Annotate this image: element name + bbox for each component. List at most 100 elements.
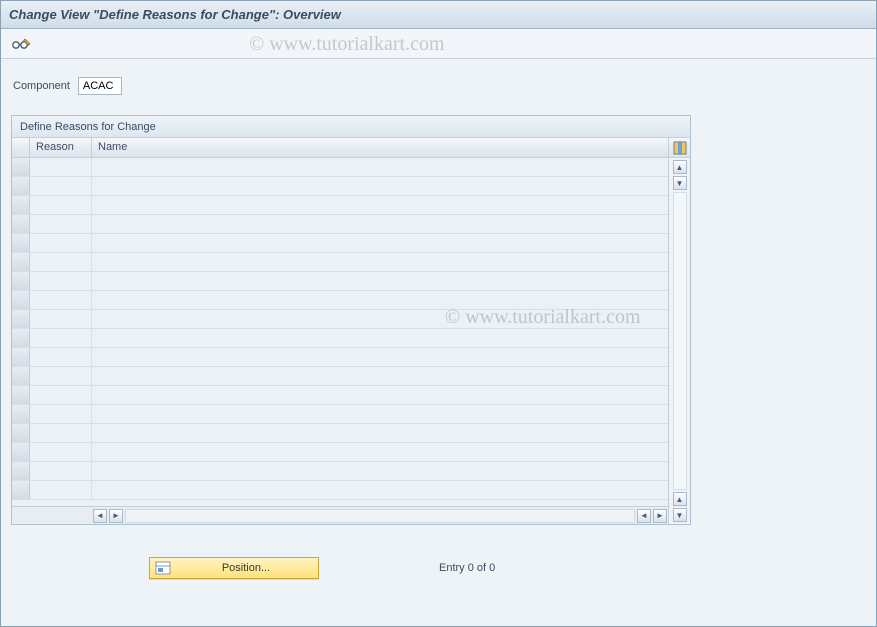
row-selector[interactable] <box>12 424 30 442</box>
cell-reason[interactable] <box>30 196 92 214</box>
cell-reason[interactable] <box>30 367 92 385</box>
cell-reason[interactable] <box>30 443 92 461</box>
component-input[interactable] <box>78 77 122 95</box>
hscroll-track[interactable] <box>125 509 635 523</box>
configure-columns-button[interactable] <box>669 138 690 158</box>
caret-down-icon: ▼ <box>676 179 684 188</box>
table-row[interactable] <box>12 253 668 272</box>
cell-reason[interactable] <box>30 234 92 252</box>
row-selector[interactable] <box>12 272 30 290</box>
table-row[interactable] <box>12 215 668 234</box>
caret-right-icon: ► <box>656 511 664 520</box>
column-header-name[interactable]: Name <box>92 138 668 157</box>
cell-name[interactable] <box>92 348 668 366</box>
row-selector[interactable] <box>12 196 30 214</box>
cell-name[interactable] <box>92 367 668 385</box>
hscroll-left-end-button[interactable]: ◄ <box>637 509 651 523</box>
vscroll-track[interactable] <box>673 192 687 490</box>
table-row[interactable] <box>12 234 668 253</box>
vertical-scrollbar: ▲ ▼ ▲ ▼ <box>669 158 690 524</box>
table-row[interactable] <box>12 158 668 177</box>
cell-name[interactable] <box>92 329 668 347</box>
cell-reason[interactable] <box>30 329 92 347</box>
cell-name[interactable] <box>92 158 668 176</box>
cell-name[interactable] <box>92 386 668 404</box>
table-row[interactable] <box>12 272 668 291</box>
cell-name[interactable] <box>92 196 668 214</box>
row-selector[interactable] <box>12 348 30 366</box>
app-window: Change View "Define Reasons for Change":… <box>0 0 877 627</box>
hscroll-right-button[interactable]: ► <box>109 509 123 523</box>
cell-name[interactable] <box>92 405 668 423</box>
table-row[interactable] <box>12 348 668 367</box>
row-selector[interactable] <box>12 367 30 385</box>
cell-reason[interactable] <box>30 272 92 290</box>
position-button[interactable]: Position... <box>149 557 319 579</box>
table-row[interactable] <box>12 481 668 500</box>
position-button-label: Position... <box>178 562 314 574</box>
table-row[interactable] <box>12 367 668 386</box>
table-row[interactable] <box>12 443 668 462</box>
cell-reason[interactable] <box>30 348 92 366</box>
row-selector[interactable] <box>12 310 30 328</box>
row-selector[interactable] <box>12 386 30 404</box>
horizontal-scrollbar: ◄ ► ◄ ► <box>12 506 668 524</box>
row-selector[interactable] <box>12 215 30 233</box>
table-row[interactable] <box>12 462 668 481</box>
cell-name[interactable] <box>92 253 668 271</box>
grid-header: Reason Name <box>12 138 668 158</box>
cell-reason[interactable] <box>30 215 92 233</box>
cell-reason[interactable] <box>30 424 92 442</box>
hscroll-right-end-button[interactable]: ► <box>653 509 667 523</box>
cell-name[interactable] <box>92 310 668 328</box>
row-selector[interactable] <box>12 329 30 347</box>
table-row[interactable] <box>12 405 668 424</box>
table-row[interactable] <box>12 196 668 215</box>
vscroll-up-button[interactable]: ▲ <box>673 160 687 174</box>
vscroll-page-up-button[interactable]: ▼ <box>673 176 687 190</box>
hscroll-left-button[interactable]: ◄ <box>93 509 107 523</box>
cell-reason[interactable] <box>30 462 92 480</box>
select-all-header[interactable] <box>12 138 30 157</box>
vscroll-down-button[interactable]: ▼ <box>673 508 687 522</box>
cell-name[interactable] <box>92 272 668 290</box>
table-row[interactable] <box>12 310 668 329</box>
cell-reason[interactable] <box>30 405 92 423</box>
table-row[interactable] <box>12 177 668 196</box>
cell-reason[interactable] <box>30 158 92 176</box>
table-row[interactable] <box>12 291 668 310</box>
cell-name[interactable] <box>92 424 668 442</box>
cell-reason[interactable] <box>30 310 92 328</box>
cell-reason[interactable] <box>30 253 92 271</box>
row-selector[interactable] <box>12 443 30 461</box>
column-header-reason[interactable]: Reason <box>30 138 92 157</box>
row-selector[interactable] <box>12 158 30 176</box>
entry-status: Entry 0 of 0 <box>439 562 495 574</box>
cell-name[interactable] <box>92 234 668 252</box>
row-selector[interactable] <box>12 253 30 271</box>
row-selector[interactable] <box>12 291 30 309</box>
cell-name[interactable] <box>92 177 668 195</box>
row-selector[interactable] <box>12 405 30 423</box>
footer-row: Position... Entry 0 of 0 <box>11 557 866 579</box>
row-selector[interactable] <box>12 234 30 252</box>
row-selector[interactable] <box>12 462 30 480</box>
cell-reason[interactable] <box>30 291 92 309</box>
cell-name[interactable] <box>92 291 668 309</box>
table-row[interactable] <box>12 386 668 405</box>
cell-name[interactable] <box>92 215 668 233</box>
cell-reason[interactable] <box>30 386 92 404</box>
row-selector[interactable] <box>12 177 30 195</box>
table-row[interactable] <box>12 329 668 348</box>
vscroll-page-down-button[interactable]: ▲ <box>673 492 687 506</box>
display-change-toggle-button[interactable] <box>9 33 33 55</box>
caret-down-icon: ▼ <box>676 511 684 520</box>
cell-name[interactable] <box>92 462 668 480</box>
table-row[interactable] <box>12 424 668 443</box>
grid-side-column: ▲ ▼ ▲ ▼ <box>668 138 690 524</box>
row-selector[interactable] <box>12 481 30 499</box>
cell-reason[interactable] <box>30 481 92 499</box>
cell-name[interactable] <box>92 443 668 461</box>
cell-reason[interactable] <box>30 177 92 195</box>
cell-name[interactable] <box>92 481 668 499</box>
